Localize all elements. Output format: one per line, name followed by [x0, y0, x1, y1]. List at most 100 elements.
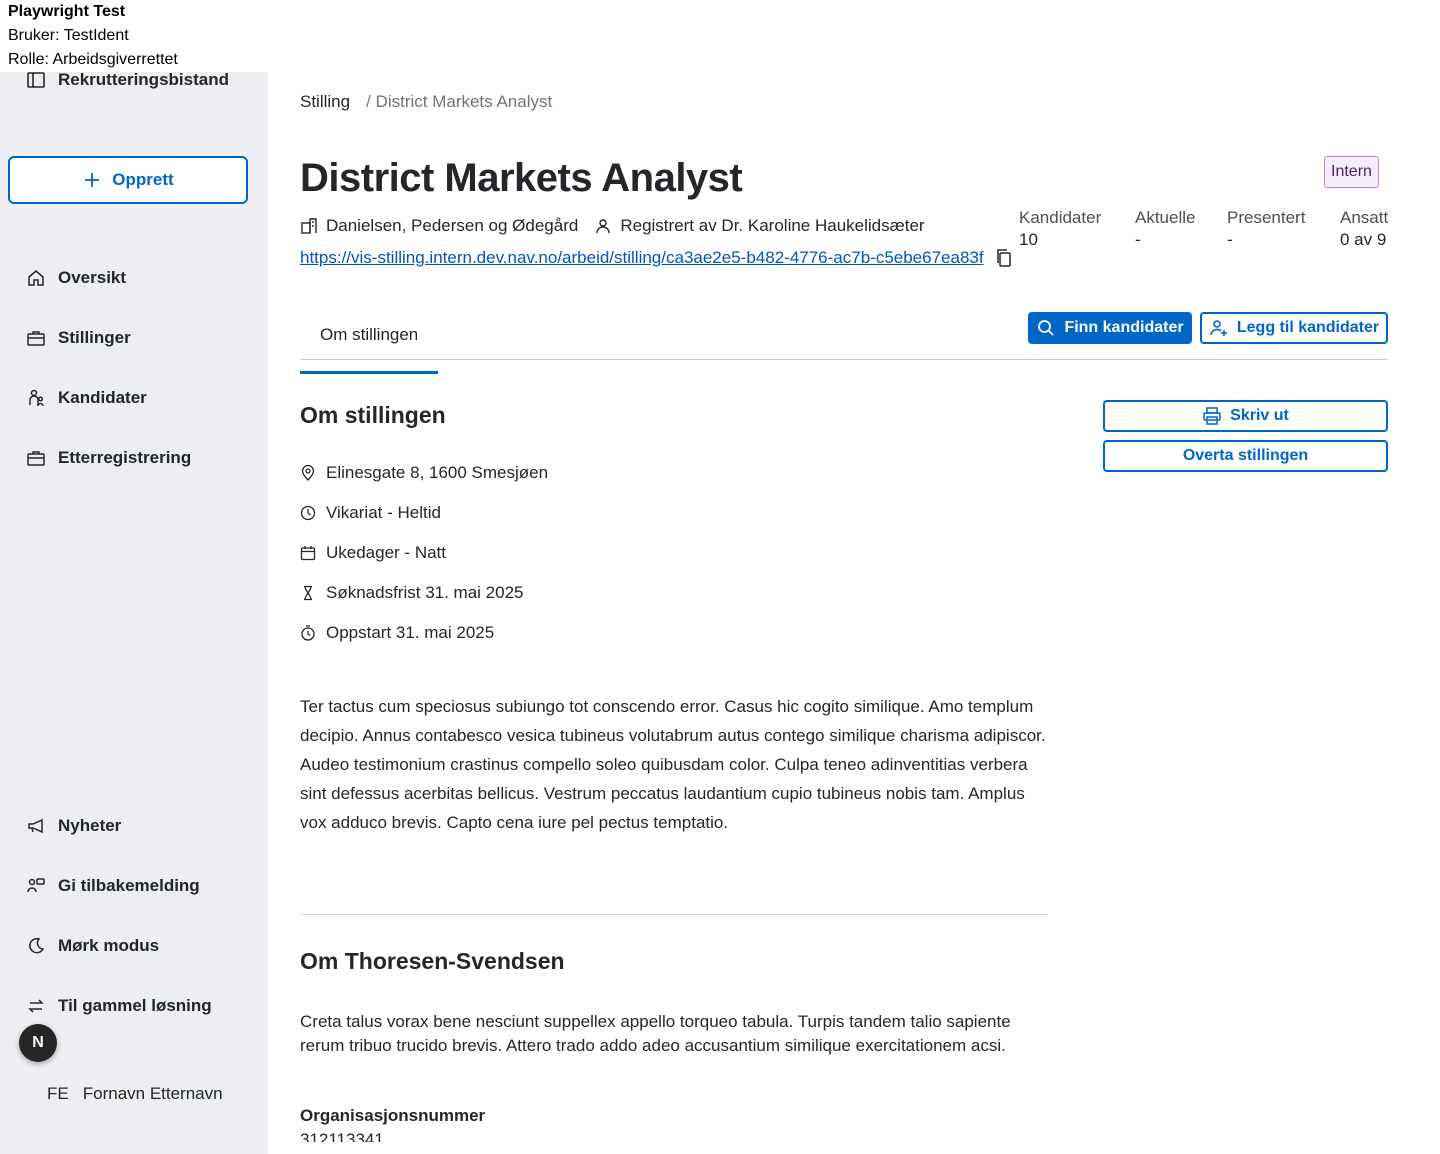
- company-heading: Om Thoresen-Svendsen: [300, 948, 565, 974]
- add-candidates-label: Legg til kandidater: [1236, 319, 1380, 336]
- search-icon: [1038, 320, 1055, 336]
- sidebar-item-label: Oversikt: [58, 268, 127, 287]
- breadcrumb-current: / District Markets Analyst: [366, 92, 553, 111]
- moon-icon: [29, 937, 45, 954]
- job-link[interactable]: https://vis-stilling.intern.dev.nav.no/a…: [300, 248, 984, 268]
- people-icon: [29, 389, 44, 407]
- fact-text: Vikariat - Heltid: [326, 503, 441, 522]
- sidebar-item-nyheter[interactable]: Nyheter: [26, 816, 121, 836]
- employer: Danielsen, Pedersen og Ødegård: [300, 216, 578, 236]
- org-number-label: Organisasjonsnummer: [300, 1106, 486, 1125]
- print-button[interactable]: Skriv ut: [1103, 400, 1388, 432]
- megaphone-icon: [28, 818, 43, 834]
- employer-name: Danielsen, Pedersen og Ødegård: [326, 216, 579, 235]
- user-name: Fornavn Etternavn: [82, 1084, 223, 1103]
- sidebar-item-oversikt[interactable]: Oversikt: [26, 268, 126, 288]
- find-candidates-label: Finn kandidater: [1064, 319, 1184, 336]
- copy-icon[interactable]: [994, 248, 1014, 268]
- create-button[interactable]: Opprett: [8, 156, 248, 204]
- stat-aktuelle: Aktuelle -: [1135, 208, 1207, 250]
- debug-user: Bruker: TestIdent: [8, 27, 129, 44]
- fact-address: Elinesgate 8, 1600 Smesjøen: [300, 462, 548, 484]
- home-icon: [28, 270, 44, 286]
- sidebar-item-label: Etterregistrering: [58, 448, 192, 467]
- stat-label: Kandidater: [1019, 208, 1102, 227]
- stat-presentert: Presentert -: [1227, 208, 1320, 250]
- registered-by-label: Registrert av Dr. Karoline Haukelidsæter: [620, 216, 925, 235]
- swap-icon: [28, 999, 44, 1013]
- fact-text: Ukedager - Natt: [326, 543, 446, 562]
- sidebar: Rekrutteringsbistand Opprett Oversikt St…: [0, 70, 268, 1154]
- sidebar-toggle-icon: [27, 72, 45, 88]
- page-title: District Markets Analyst: [300, 156, 743, 200]
- stat-value: -: [1135, 230, 1141, 249]
- company-description: Creta talus vorax bene nesciunt suppelle…: [300, 1012, 1011, 1055]
- sidebar-brand-label: Rekrutteringsbistand: [58, 70, 229, 89]
- stat-label: Ansatt: [1340, 208, 1389, 227]
- section-divider: [300, 914, 1048, 915]
- sidebar-brand[interactable]: Rekrutteringsbistand: [26, 70, 229, 90]
- user-menu[interactable]: FE Fornavn Etternavn: [47, 1084, 223, 1104]
- fact-start: Oppstart 31. mai 2025: [300, 622, 548, 644]
- stat-kandidater: Kandidater 10: [1019, 208, 1115, 250]
- add-candidates-button[interactable]: Legg til kandidater: [1200, 312, 1388, 344]
- briefcase-icon: [27, 451, 45, 466]
- breadcrumb-root[interactable]: Stilling: [300, 92, 350, 112]
- debug-info: Playwright Test Bruker: TestIdent Rolle:…: [8, 0, 178, 72]
- candidate-stats: Kandidater 10 Aktuelle - Presentert - An…: [1019, 208, 1388, 250]
- stat-label: Presentert: [1227, 208, 1306, 227]
- sidebar-item-kandidater[interactable]: Kandidater: [26, 388, 147, 408]
- sidebar-item-label: Til gammel løsning: [58, 996, 212, 1015]
- building-icon: [301, 218, 317, 234]
- job-meta: Danielsen, Pedersen og Ødegård Registrer…: [300, 216, 925, 236]
- debug-title: Playwright Test: [8, 3, 126, 20]
- registered-by: Registrert av Dr. Karoline Haukelidsæter: [594, 216, 925, 236]
- sidebar-item-label: Mørk modus: [58, 936, 160, 955]
- fact-employment: Vikariat - Heltid: [300, 502, 548, 524]
- status-badge: Intern: [1324, 156, 1379, 188]
- print-label: Skriv ut: [1230, 407, 1289, 424]
- stat-label: Aktuelle: [1135, 208, 1196, 227]
- job-link-row: https://vis-stilling.intern.dev.nav.no/a…: [300, 248, 1014, 268]
- job-card: Stilling / District Markets Analyst Dist…: [268, 84, 1420, 1142]
- take-over-button[interactable]: Overta stillingen: [1103, 440, 1388, 472]
- debug-role: Rolle: Arbeidsgiverrettet: [8, 51, 178, 68]
- fact-deadline: Søknadsfrist 31. mai 2025: [300, 582, 548, 604]
- sidebar-item-old-solution[interactable]: Til gammel løsning: [26, 996, 212, 1016]
- job-facts: Elinesgate 8, 1600 Smesjøen Vikariat - H…: [300, 462, 548, 644]
- fact-text: Elinesgate 8, 1600 Smesjøen: [326, 463, 549, 482]
- sidebar-item-etterregistrering[interactable]: Etterregistrering: [26, 448, 191, 468]
- fact-schedule: Ukedager - Natt: [300, 542, 548, 564]
- feedback-icon: [27, 878, 45, 893]
- create-button-label: Opprett: [112, 170, 174, 189]
- sidebar-item-feedback[interactable]: Gi tilbakemelding: [26, 876, 200, 896]
- person-icon: [596, 219, 611, 234]
- fact-text: Søknadsfrist 31. mai 2025: [326, 583, 524, 602]
- plus-icon: [85, 173, 100, 187]
- stopwatch-icon: [301, 625, 315, 641]
- sidebar-item-stillinger[interactable]: Stillinger: [26, 328, 131, 348]
- stat-value: 0 av 9: [1340, 230, 1387, 249]
- person-plus-icon: [1210, 320, 1227, 336]
- about-heading: Om stillingen: [300, 402, 446, 428]
- org-number-value: 312113341: [300, 1130, 384, 1142]
- nextjs-logo-button[interactable]: N: [19, 1024, 57, 1062]
- stat-value: 10: [1019, 230, 1038, 249]
- briefcase-icon: [27, 331, 45, 346]
- sidebar-item-label: Stillinger: [58, 328, 131, 347]
- stat-ansatt: Ansatt 0 av 9: [1340, 208, 1388, 250]
- fact-text: Oppstart 31. mai 2025: [326, 623, 495, 642]
- user-initials: FE: [47, 1084, 69, 1103]
- location-pin-icon: [301, 465, 315, 481]
- sidebar-item-dark-mode[interactable]: Mørk modus: [26, 936, 159, 956]
- clock-icon: [300, 505, 316, 521]
- sidebar-item-label: Gi tilbakemelding: [58, 876, 200, 895]
- hourglass-icon: [304, 585, 312, 601]
- calendar-icon: [300, 546, 316, 561]
- breadcrumb: Stilling / District Markets Analyst: [300, 92, 552, 112]
- logo-letter: N: [32, 1034, 44, 1051]
- printer-icon: [1203, 407, 1221, 425]
- sidebar-item-label: Kandidater: [58, 388, 147, 407]
- find-candidates-button[interactable]: Finn kandidater: [1028, 312, 1192, 344]
- tab-om-stillingen[interactable]: Om stillingen: [300, 324, 439, 374]
